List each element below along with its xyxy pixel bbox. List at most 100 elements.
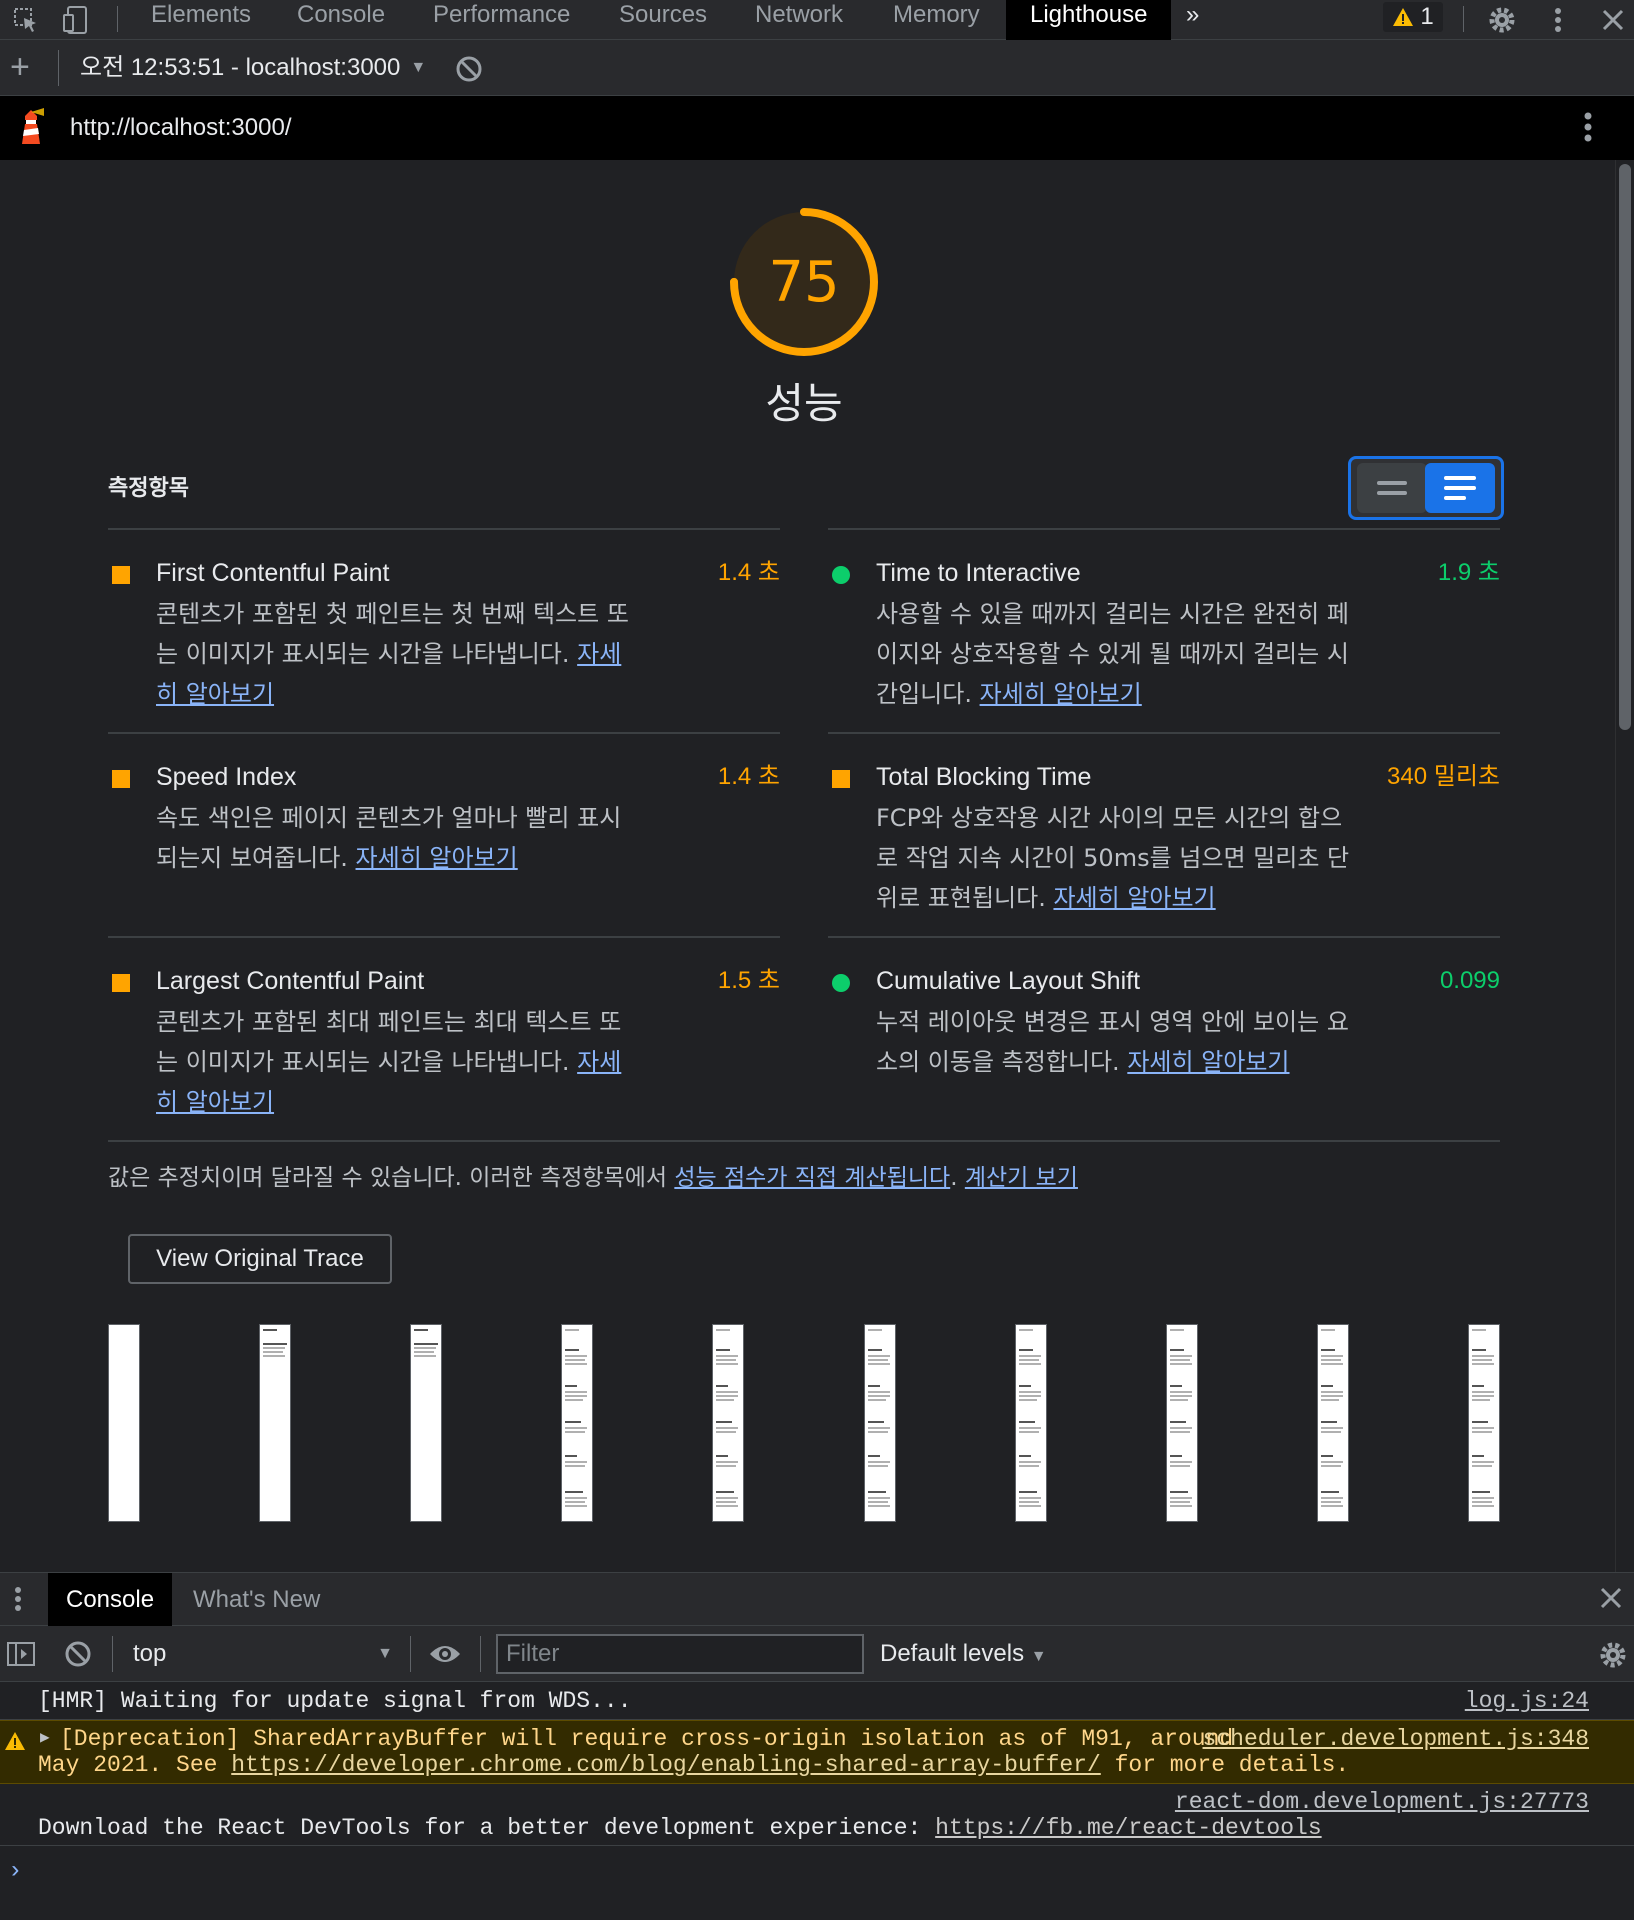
average-square-icon [832,770,850,788]
filmstrip-frame [1166,1324,1198,1522]
filmstrip-frame [1317,1324,1349,1522]
report-selector[interactable]: 오전 12:53:51 - localhost:3000 ▼ [80,52,426,84]
console-message-source-link[interactable]: react-dom.development.js:27773 [1175,1789,1589,1815]
warning-count: 1 [1420,3,1434,30]
pass-circle-icon [832,974,850,992]
close-drawer-icon[interactable] [1600,1587,1622,1614]
metric-description-text: 콘텐츠가 포함된 첫 페인트는 첫 번째 텍스트 또는 이미지가 표시되는 시간… [156,600,629,668]
clear-console-icon[interactable] [64,1640,92,1673]
report-menu-icon[interactable] [1584,110,1592,149]
console-message-text: May 2021. See [38,1752,232,1778]
tab-memory[interactable]: Memory [893,0,980,40]
console-message: [HMR] Waiting for update signal from WDS… [0,1682,1634,1720]
tab-lighthouse[interactable]: Lighthouse [1006,0,1172,40]
metric-value: 1.4 초 [717,763,780,790]
average-square-icon [112,770,130,788]
metric-value: 1.4 초 [717,559,780,586]
console-settings-gear-icon[interactable] [1598,1640,1628,1675]
console-message-text: for more details. [1100,1752,1350,1778]
execution-context-select[interactable]: top ▼ [133,1636,393,1672]
tab-sources[interactable]: Sources [619,0,707,40]
console-message-text: Download the React DevTools for a better… [38,1815,936,1841]
expand-triangle-icon[interactable]: ▶ [40,1727,50,1747]
console-toolbar: top ▼ Default levels ▼ [0,1626,1634,1682]
warning-icon [5,1732,25,1750]
settings-gear-icon[interactable] [1484,0,1520,40]
metric-item: Total Blocking Time 340 밀리초 FCP와 상호작용 시간 사… [828,732,1500,936]
metric-description-text: 콘텐츠가 포함된 최대 페인트는 최대 텍스트 또는 이미지가 표시되는 시간을… [156,1008,622,1076]
metric-title: Speed Index [156,763,297,791]
view-original-trace-button[interactable]: View Original Trace [128,1234,392,1284]
tab-network[interactable]: Network [755,0,843,40]
lighthouse-logo-icon [14,108,48,153]
console-message-url-link[interactable]: https://fb.me/react-devtools [935,1815,1321,1841]
pass-circle-icon [832,566,850,584]
drawer-tab-console[interactable]: Console [48,1573,173,1626]
metric-item: Cumulative Layout Shift 0.099 누적 레이아웃 변경은 … [828,936,1500,1140]
log-levels-dropdown[interactable]: Default levels ▼ [880,1636,1047,1675]
console-prompt[interactable]: › [8,1858,22,1885]
learn-more-link[interactable]: 자세히 알아보기 [1127,1048,1289,1076]
sidebar-toggle-icon[interactable] [6,1640,36,1673]
learn-more-link[interactable]: 자세히 알아보기 [356,844,518,872]
execution-context-value: top [133,1640,167,1667]
drawer-menu-icon[interactable] [14,1585,22,1618]
chevron-down-icon: ▼ [410,59,427,76]
tab-console[interactable]: Console [297,0,385,40]
footnote-text: 값은 추정치이며 달라질 수 있습니다. 이러한 측정항목에서 [108,1165,675,1191]
metric-value: 1.5 초 [717,967,780,994]
console-filter-input[interactable] [496,1634,864,1674]
close-devtools-icon[interactable] [1596,0,1630,40]
more-tabs-button[interactable]: » [1186,0,1199,40]
metric-value: 340 밀리초 [1387,763,1500,790]
device-toolbar-icon[interactable] [58,0,94,40]
console-message-source-link[interactable]: log.js:24 [1465,1688,1589,1714]
log-levels-label: Default levels [880,1640,1025,1667]
filmstrip [108,1324,1500,1524]
warnings-counter[interactable]: 1 [1383,2,1443,32]
tab-performance[interactable]: Performance [433,0,570,40]
filmstrip-frame [1015,1324,1047,1522]
report-selector-label: 오전 12:53:51 - localhost:3000 [80,54,401,81]
expanded-view-icon[interactable] [1425,463,1495,513]
console-output: [HMR] Waiting for update signal from WDS… [0,1682,1634,1920]
metric-description: 사용할 수 있을 때까지 걸리는 시간은 완전히 페이지와 상호작용할 수 있게… [876,594,1356,714]
drawer-tabbar: Console What's New [0,1572,1634,1626]
calculator-link[interactable]: 계산기 보기 [965,1165,1078,1191]
customize-menu-icon[interactable] [1544,0,1572,40]
learn-more-link[interactable]: 자세히 알아보기 [1053,884,1215,912]
metric-title: First Contentful Paint [156,559,390,587]
console-message-source-link[interactable]: scheduler.development.js:348 [1203,1726,1589,1752]
chevron-down-icon: ▼ [1030,1648,1047,1665]
collapsed-view-icon[interactable] [1357,463,1427,513]
inspect-element-icon[interactable] [8,0,44,40]
tab-elements[interactable]: Elements [151,0,251,40]
metric-title: Cumulative Layout Shift [876,967,1141,995]
metric-description: 콘텐츠가 포함된 첫 페인트는 첫 번째 텍스트 또는 이미지가 표시되는 시간… [156,594,636,714]
average-square-icon [112,566,130,584]
warning-icon [1393,8,1414,26]
metric-description: FCP와 상호작용 시간 사이의 모든 시간의 합으로 작업 지속 시간이 50… [876,798,1356,918]
metric-description: 콘텐츠가 포함된 최대 페인트는 최대 텍스트 또는 이미지가 표시되는 시간을… [156,1002,636,1122]
metric-item: Largest Contentful Paint 1.5 초 콘텐츠가 포함된 최대… [108,936,780,1140]
metric-title: Time to Interactive [876,559,1081,587]
report-scrollbar-thumb[interactable] [1619,164,1631,730]
metric-value: 1.9 초 [1437,559,1500,586]
filmstrip-frame [712,1324,744,1522]
console-message-url-link[interactable]: https://developer.chrome.com/blog/enabli… [231,1752,1101,1778]
live-expression-eye-icon[interactable] [428,1642,462,1671]
report-url[interactable]: http://localhost:3000/ [70,112,291,144]
divider [108,1140,1500,1142]
score-calculation-link[interactable]: 성능 점수가 직접 계산됩니다 [674,1165,950,1191]
lighthouse-report: 75 성능 측정항목 First Contentful Paint 1.4 초 콘텐… [0,160,1615,1572]
learn-more-link[interactable]: 자세히 알아보기 [980,680,1142,708]
metric-description: 속도 색인은 페이지 콘텐츠가 얼마나 빨리 표시되는지 보여줍니다. 자세히 … [156,798,636,878]
footnote-separator: . [950,1165,965,1191]
lighthouse-report-bar: + 오전 12:53:51 - localhost:3000 ▼ [0,40,1634,96]
metrics-view-toggle[interactable] [1348,456,1504,520]
clear-reports-icon[interactable] [455,55,483,88]
filmstrip-frame [561,1324,593,1522]
report-url-bar: http://localhost:3000/ [0,96,1634,160]
drawer-tab-whats-new[interactable]: What's New [193,1573,320,1626]
new-report-button[interactable]: + [10,50,30,84]
